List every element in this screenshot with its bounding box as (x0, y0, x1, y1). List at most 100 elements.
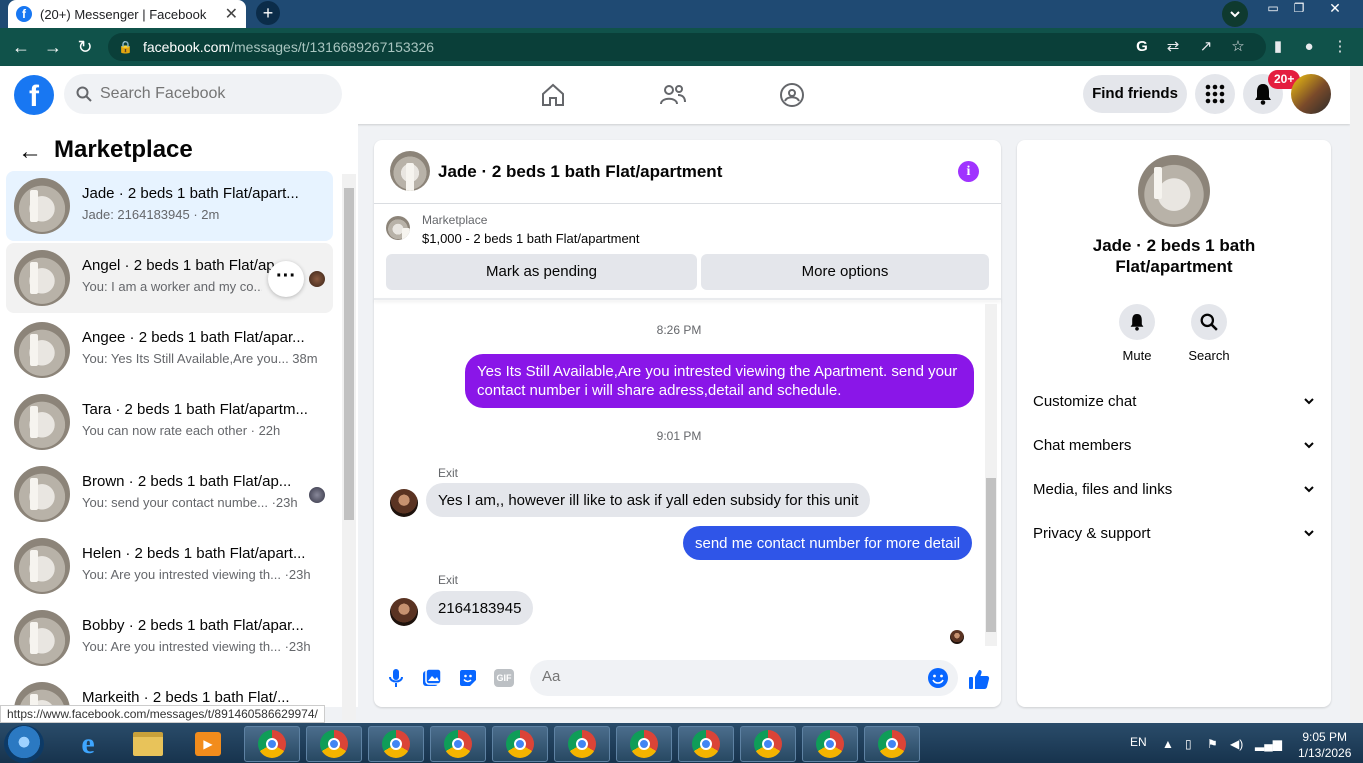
mute-button[interactable]: Mute (1107, 304, 1167, 363)
chat-avatar[interactable] (390, 151, 430, 191)
close-window-button[interactable]: ✕ (1322, 0, 1348, 18)
language-indicator[interactable]: EN (1130, 735, 1147, 749)
chrome-window-5[interactable] (492, 726, 548, 762)
url-bar[interactable]: 🔒 facebook.com/messages/t/13166892671533… (108, 33, 1266, 61)
customize-chat-row[interactable]: Customize chat (1033, 389, 1319, 413)
flag-icon[interactable]: ⚑ (1207, 737, 1218, 751)
chevron-down-icon (1304, 530, 1314, 537)
close-tab-icon[interactable]: ✕ (225, 4, 238, 24)
chat-avatar-large[interactable] (1138, 155, 1210, 227)
tab-search-button[interactable] (1222, 1, 1248, 27)
row-label: Media, files and links (1033, 480, 1173, 498)
conversation-item[interactable]: Bobby · 2 beds 1 bath Flat/apar... You: … (6, 603, 333, 673)
reload-icon[interactable]: ↻ (74, 36, 96, 58)
privacy-support-row[interactable]: Privacy & support (1033, 521, 1319, 545)
file-explorer-icon[interactable] (120, 726, 176, 762)
thumbs-up-icon[interactable] (967, 667, 991, 691)
chrome-window-6[interactable] (554, 726, 610, 762)
internet-explorer-icon[interactable]: e (60, 726, 116, 762)
volume-icon[interactable]: ◀) (1230, 737, 1243, 751)
side-panel-icon[interactable]: ▮ (1268, 37, 1288, 57)
more-options-dots-icon[interactable]: ··· (268, 261, 304, 297)
scrollbar-thumb[interactable] (344, 188, 354, 520)
friends-icon[interactable] (658, 80, 688, 110)
share-icon[interactable]: ↗ (1196, 37, 1216, 57)
groups-icon[interactable] (777, 80, 807, 110)
microphone-icon[interactable] (385, 667, 407, 689)
sender-avatar[interactable] (390, 489, 418, 517)
listing-thumbnail (14, 466, 70, 522)
sender-name: Exit (438, 573, 459, 587)
media-player-icon[interactable]: ▶ (180, 726, 236, 762)
search-bar[interactable] (64, 74, 342, 114)
find-friends-button[interactable]: Find friends (1083, 75, 1187, 113)
conversation-item[interactable]: Markeith · 2 beds 1 bath Flat/... (6, 675, 333, 707)
account-avatar[interactable] (1291, 74, 1331, 114)
search-in-chat-button[interactable]: Search (1179, 304, 1239, 363)
message-input[interactable] (542, 668, 902, 685)
forward-arrow-icon[interactable]: → (42, 36, 64, 58)
chrome-window-2[interactable] (306, 726, 362, 762)
tray-arrow-icon[interactable]: ▲ (1162, 737, 1174, 751)
browser-tab[interactable]: f (20+) Messenger | Facebook ✕ (8, 0, 246, 28)
emoji-icon[interactable] (927, 667, 949, 689)
mark-as-pending-button[interactable]: Mark as pending (386, 254, 697, 290)
chrome-window-8[interactable] (678, 726, 734, 762)
conversation-item[interactable]: Helen · 2 beds 1 bath Flat/apart... You:… (6, 531, 333, 601)
chrome-window-1[interactable] (244, 726, 300, 762)
chrome-window-3[interactable] (368, 726, 424, 762)
chrome-icon (816, 730, 844, 758)
photo-icon[interactable] (421, 667, 443, 689)
start-button[interactable] (4, 725, 44, 763)
minimize-button[interactable]: ▭ (1260, 0, 1286, 18)
chat-members-row[interactable]: Chat members (1033, 433, 1319, 457)
restore-button[interactable]: ❐ (1286, 0, 1312, 18)
info-icon[interactable]: i (958, 161, 979, 182)
chat-title[interactable]: Jade · 2 beds 1 bath Flat/apartment (438, 162, 722, 182)
menu-grid-button[interactable] (1195, 74, 1235, 114)
message-composer[interactable] (530, 660, 958, 696)
received-message[interactable]: Yes I am,, however ill like to ask if ya… (426, 483, 871, 517)
chrome-window-10[interactable] (802, 726, 858, 762)
sent-message[interactable]: Yes Its Still Available,Are you intreste… (465, 354, 974, 408)
scrollbar-thumb[interactable] (986, 478, 996, 632)
chrome-window-11[interactable] (864, 726, 920, 762)
conversation-preview: You: Are you intrested viewing th... ·23… (82, 639, 311, 654)
chrome-window-7[interactable] (616, 726, 672, 762)
conversation-item[interactable]: Jade · 2 beds 1 bath Flat/apart... Jade:… (6, 171, 333, 241)
facebook-logo-icon[interactable]: f (14, 75, 54, 115)
menu-dots-icon[interactable]: ⋮ (1330, 37, 1350, 57)
translate-icon[interactable]: ⇄ (1163, 37, 1183, 57)
sender-avatar[interactable] (390, 598, 418, 626)
clock[interactable]: 9:05 PM 1/13/2026 (1298, 729, 1351, 761)
conversation-name: Jade · 2 beds 1 bath Flat/apart... (82, 185, 299, 202)
search-input[interactable] (100, 85, 320, 103)
sticker-icon[interactable] (457, 667, 479, 689)
sent-message[interactable]: send me contact number for more detail (683, 526, 973, 560)
gif-icon[interactable]: GIF (493, 667, 515, 689)
listing-thumbnail (14, 250, 70, 306)
conversation-item[interactable]: Angee · 2 beds 1 bath Flat/apar... You: … (6, 315, 333, 385)
page-scrollbar[interactable] (1350, 66, 1363, 720)
conversation-item[interactable]: Tara · 2 beds 1 bath Flat/apartm... You … (6, 387, 333, 457)
back-arrow-icon[interactable]: ← (10, 36, 32, 58)
chrome-window-9[interactable] (740, 726, 796, 762)
media-files-links-row[interactable]: Media, files and links (1033, 477, 1319, 501)
back-arrow-icon[interactable]: ← (18, 138, 42, 166)
row-label: Chat members (1033, 436, 1132, 454)
received-message[interactable]: 2164183945 (426, 591, 534, 625)
status-bar-url: https://www.facebook.com/messages/t/8914… (0, 705, 325, 723)
lock-icon: 🔒 (118, 40, 133, 54)
url-path: /messages/t/1316689267153326 (230, 39, 435, 55)
more-options-button[interactable]: More options (701, 254, 989, 290)
new-tab-button[interactable]: + (254, 0, 282, 26)
conversation-item[interactable]: Brown · 2 beds 1 bath Flat/ap... You: se… (6, 459, 333, 529)
profile-icon[interactable]: ● (1299, 37, 1319, 57)
home-icon[interactable] (538, 80, 568, 110)
google-icon[interactable]: G (1132, 37, 1152, 57)
signal-icon[interactable]: ▂▄▆ (1255, 737, 1282, 751)
chrome-window-4[interactable] (430, 726, 486, 762)
battery-icon[interactable]: ▯ (1185, 737, 1192, 751)
listing-title[interactable]: $1,000 - 2 beds 1 bath Flat/apartment (422, 231, 640, 246)
bookmark-star-icon[interactable]: ☆ (1228, 37, 1248, 57)
